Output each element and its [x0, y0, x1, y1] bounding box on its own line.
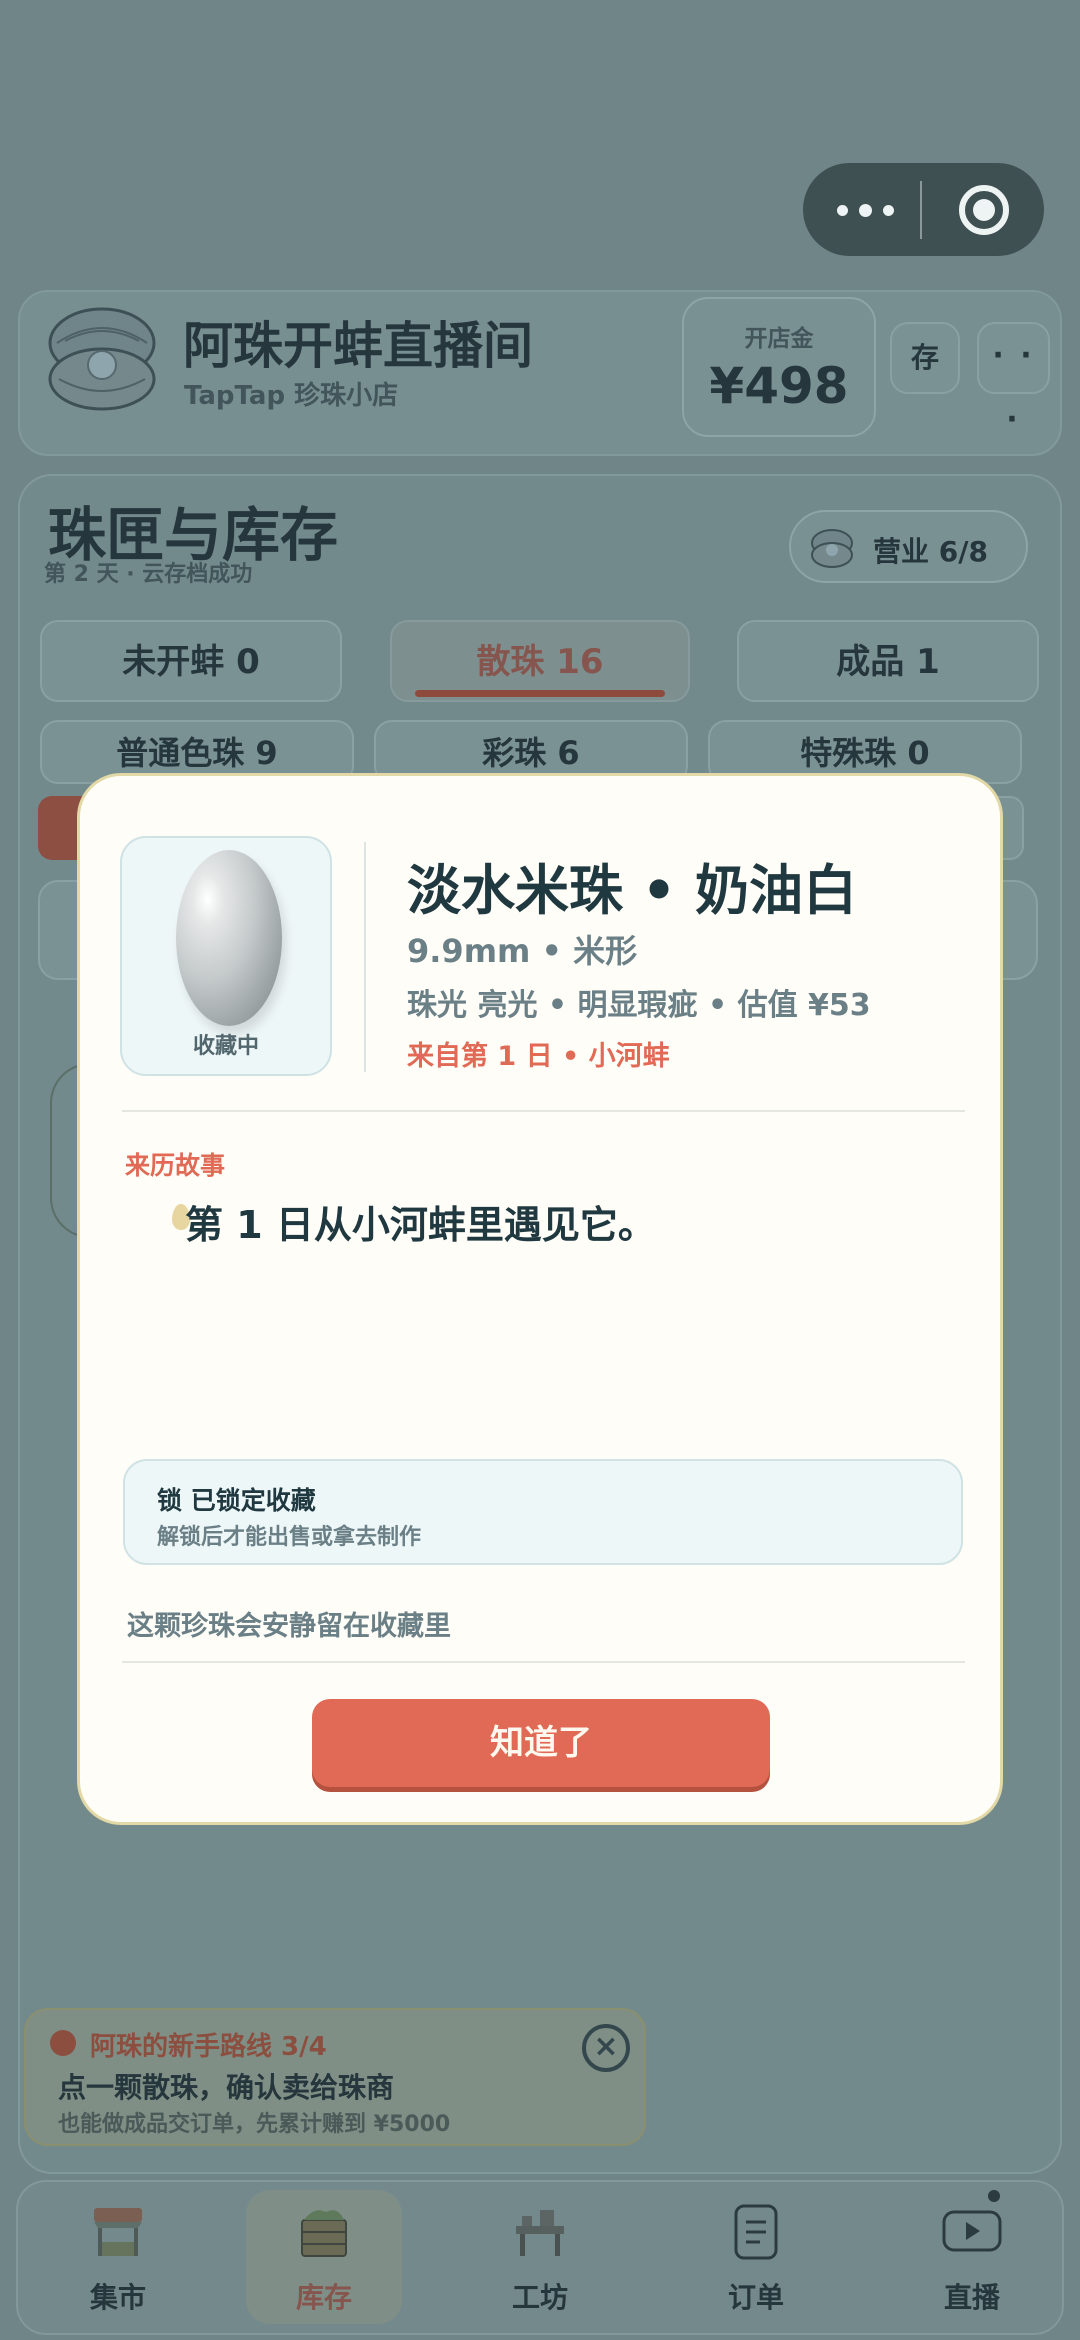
lock-status-card[interactable]: 锁 已锁定收藏 解锁后才能出售或拿去制作: [123, 1459, 963, 1565]
collection-status: 收藏中: [192, 1034, 259, 1059]
collection-note: 这颗珍珠会安静留在收藏里: [127, 1611, 451, 1642]
tab-unopened[interactable]: 未开蚌 0: [40, 620, 342, 702]
divider: [122, 1110, 965, 1112]
nav-live[interactable]: 直播: [894, 2190, 1050, 2324]
gold-label: 开店金: [744, 326, 814, 352]
gold-value: ¥498: [709, 357, 849, 415]
market-stall-icon: [94, 2208, 142, 2256]
pearl-image: [176, 850, 282, 1026]
shell-icon: [811, 529, 853, 568]
nav-workshop[interactable]: 工坊: [462, 2190, 618, 2324]
workbench-icon: [516, 2210, 564, 2256]
nav-market[interactable]: 集市: [40, 2190, 196, 2324]
lock-title: 锁 已锁定收藏: [157, 1486, 316, 1515]
active-tab-indicator: [415, 690, 665, 697]
tab-finished[interactable]: 成品 1: [737, 620, 1039, 702]
inventory-subtitle: 第 2 天 · 云存档成功: [44, 562, 253, 587]
more-button[interactable]: · · ·: [977, 322, 1050, 437]
pearl-name: 淡水米珠 • 奶油白: [407, 859, 858, 922]
tutorial-title: 阿珠的新手路线 3/4: [90, 2032, 327, 2062]
pearl-size-shape: 9.9mm • 米形: [407, 932, 638, 970]
nav-label: 工坊: [511, 2281, 568, 2314]
business-badge[interactable]: 营业 6/8: [789, 510, 1028, 583]
crate-icon: [301, 2210, 347, 2257]
pearl-quality: 珠光 亮光 • 明显瑕疵 • 估值 ¥53: [407, 988, 871, 1023]
close-miniprogram-icon[interactable]: [959, 185, 1009, 235]
close-icon[interactable]: ×: [582, 2024, 630, 2072]
play-screen-icon: [942, 2210, 1002, 2252]
shop-name: 阿珠开蚌直播间: [183, 317, 533, 375]
tutorial-hint: 也能做成品交订单，先累计赚到 ¥5000: [58, 2112, 451, 2137]
tutorial-instruction: 点一颗散珠，确认卖给珠商: [58, 2071, 395, 2104]
story-heading: 来历故事: [125, 1151, 226, 1180]
nav-label: 订单: [727, 2281, 784, 2314]
save-button[interactable]: 存: [890, 322, 960, 394]
pearl-source: 来自第 1 日 • 小河蚌: [407, 1041, 670, 1072]
nav-label: 集市: [89, 2281, 146, 2314]
story-text: 第 1 日从小河蚌里遇见它。: [185, 1203, 656, 1247]
capsule-divider: [920, 181, 922, 239]
nav-inventory[interactable]: 库存: [246, 2190, 402, 2324]
tutorial-banner: 阿珠的新手路线 3/4 点一颗散珠，确认卖给珠商 也能做成品交订单，先累计赚到 …: [24, 2008, 646, 2146]
shop-subtitle: TapTap 珍珠小店: [184, 381, 399, 411]
got-it-button[interactable]: 知道了: [312, 1699, 770, 1787]
more-dots-icon[interactable]: [837, 193, 907, 227]
nav-label: 直播: [943, 2281, 1000, 2314]
nav-orders[interactable]: 订单: [678, 2190, 834, 2324]
clam-shell-icon: [48, 307, 156, 411]
bottom-nav: 集市 库存 工坊 订单 直播: [16, 2180, 1064, 2335]
nav-label: 库存: [295, 2281, 352, 2314]
gold-panel: 开店金 ¥498: [682, 297, 876, 437]
tutorial-dot: [50, 2030, 76, 2056]
notification-dot: [988, 2190, 1000, 2202]
business-label: 营业 6/8: [873, 535, 988, 568]
lock-hint: 解锁后才能出售或拿去制作: [157, 1525, 422, 1550]
divider: [122, 1661, 965, 1663]
pearl-preview: 收藏中: [120, 836, 332, 1076]
pearl-detail-dialog: 收藏中 淡水米珠 • 奶油白 9.9mm • 米形 珠光 亮光 • 明显瑕疵 •…: [77, 773, 1003, 1825]
order-list-icon: [734, 2204, 778, 2260]
vertical-divider: [364, 842, 366, 1072]
miniprogram-capsule: [803, 163, 1044, 256]
